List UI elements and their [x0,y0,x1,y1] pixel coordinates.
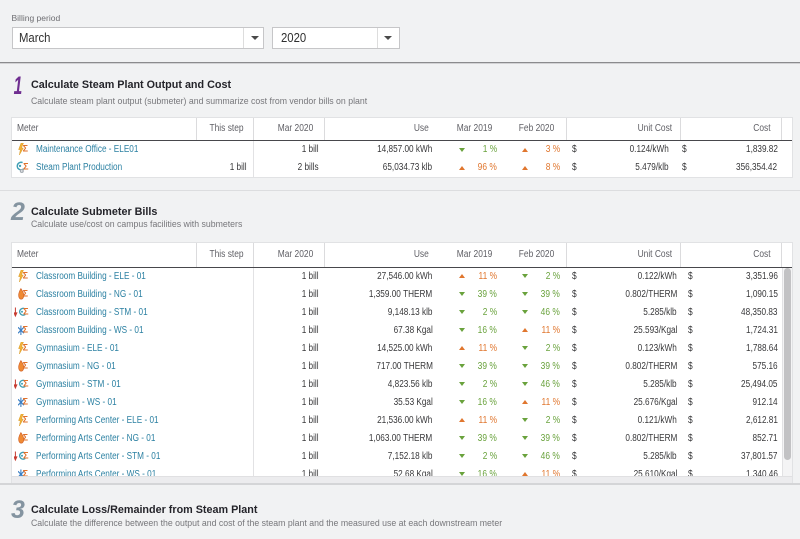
svg-text:Σ: Σ [23,360,29,370]
svg-text:Σ: Σ [23,468,29,475]
svg-text:Σ: Σ [23,144,29,154]
svg-text:Σ: Σ [23,324,29,334]
svg-text:Σ: Σ [23,270,29,280]
svg-text:Σ: Σ [23,414,29,424]
svg-text:Σ: Σ [23,450,29,460]
svg-text:Σ: Σ [23,378,29,388]
svg-text:Σ: Σ [23,432,29,442]
svg-text:Σ: Σ [23,396,29,406]
svg-text:Σ: Σ [23,288,29,298]
svg-text:Σ: Σ [23,342,29,352]
svg-text:Σ: Σ [23,306,29,316]
svg-text:Σ: Σ [23,161,29,171]
